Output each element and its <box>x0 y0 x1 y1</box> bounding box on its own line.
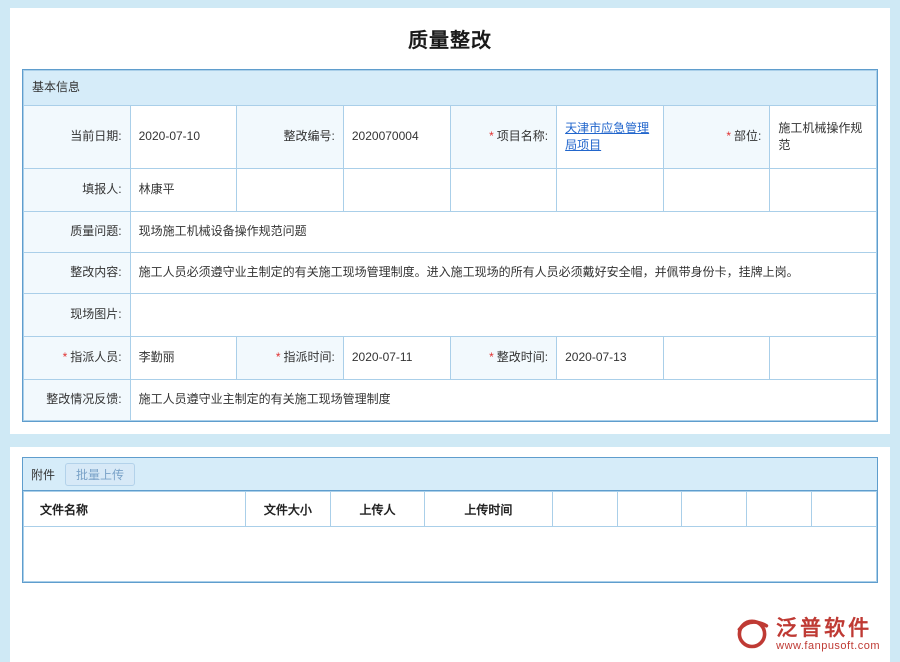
reporter-label: 填报人: <box>24 169 131 212</box>
empty-column-header <box>747 492 812 527</box>
required-mark: * <box>276 350 281 364</box>
project-name-label-text: 项目名称: <box>497 129 548 143</box>
quality-issue-label: 质量问题: <box>24 212 131 253</box>
uploader-column-header: 上传人 <box>331 492 425 527</box>
empty-cell <box>663 169 770 212</box>
rectify-time-label-text: 整改时间: <box>497 350 548 364</box>
attachments-table: 文件名称 文件大小 上传人 上传时间 <box>23 491 877 582</box>
basic-info-header: 基本信息 <box>24 71 877 106</box>
assign-time-label: *指派时间: <box>237 337 344 380</box>
empty-cell <box>557 169 664 212</box>
feedback-value: 施工人员遵守业主制定的有关施工现场管理制度 <box>130 380 876 421</box>
upload-time-column-header: 上传时间 <box>424 492 552 527</box>
current-date-value: 2020-07-10 <box>130 106 237 169</box>
required-mark: * <box>726 129 731 143</box>
empty-column-header <box>617 492 682 527</box>
rectify-content-label: 整改内容: <box>24 253 131 294</box>
quality-issue-value: 现场施工机械设备操作规范问题 <box>130 212 876 253</box>
basic-info-section: 基本信息 当前日期: 2020-07-10 整改编号: 2020070004 *… <box>22 69 878 422</box>
basic-info-table: 基本信息 当前日期: 2020-07-10 整改编号: 2020070004 *… <box>23 70 877 421</box>
main-panel: 质量整改 基本信息 当前日期: 2020-07-10 整改编号: 2020070… <box>10 8 890 434</box>
project-name-cell: 天津市应急管理局项目 <box>557 106 664 169</box>
empty-column-header <box>682 492 747 527</box>
batch-upload-button[interactable]: 批量上传 <box>65 463 135 486</box>
project-name-label: *项目名称: <box>450 106 557 169</box>
assign-time-value: 2020-07-11 <box>343 337 450 380</box>
fanpu-logo-icon <box>734 615 770 654</box>
assignee-label-text: 指派人员: <box>70 350 121 364</box>
page-title: 质量整改 <box>22 16 878 69</box>
empty-cell <box>343 169 450 212</box>
logo-text: 泛普软件 <box>776 617 880 640</box>
site-photo-label: 现场图片: <box>24 294 131 337</box>
file-size-column-header: 文件大小 <box>245 492 330 527</box>
empty-cell <box>663 337 770 380</box>
logo-url: www.fanpusoft.com <box>776 640 880 652</box>
empty-cell <box>770 337 877 380</box>
feedback-label: 整改情况反馈: <box>24 380 131 421</box>
empty-column-header <box>812 492 877 527</box>
attachments-section: 附件 批量上传 文件名称 文件大小 上传人 上传时间 <box>22 457 878 583</box>
rectify-content-value: 施工人员必须遵守业主制定的有关施工现场管理制度。进入施工现场的所有人员必须戴好安… <box>130 253 876 294</box>
rectify-time-label: *整改时间: <box>450 337 557 380</box>
rectify-no-value: 2020070004 <box>343 106 450 169</box>
required-mark: * <box>489 129 494 143</box>
attachments-header: 附件 <box>31 466 55 483</box>
attachments-empty-area <box>24 527 877 582</box>
empty-cell <box>770 169 877 212</box>
position-label: *部位: <box>663 106 770 169</box>
required-mark: * <box>489 350 494 364</box>
current-date-label: 当前日期: <box>24 106 131 169</box>
position-label-text: 部位: <box>734 129 761 143</box>
empty-cell <box>237 169 344 212</box>
assign-time-label-text: 指派时间: <box>284 350 335 364</box>
assignee-value: 李勤丽 <box>130 337 237 380</box>
rectify-time-value: 2020-07-13 <box>557 337 664 380</box>
attachments-panel: 附件 批量上传 文件名称 文件大小 上传人 上传时间 <box>10 447 890 662</box>
file-name-column-header: 文件名称 <box>24 492 246 527</box>
project-name-link[interactable]: 天津市应急管理局项目 <box>565 121 649 152</box>
required-mark: * <box>63 350 68 364</box>
reporter-value: 林康平 <box>130 169 237 212</box>
position-value: 施工机械操作规范 <box>770 106 877 169</box>
fanpu-logo: 泛普软件 www.fanpusoft.com <box>734 615 880 654</box>
attachments-header-bar: 附件 批量上传 <box>23 458 877 491</box>
rectify-no-label: 整改编号: <box>237 106 344 169</box>
empty-cell <box>450 169 557 212</box>
assignee-label: *指派人员: <box>24 337 131 380</box>
site-photo-value <box>130 294 876 337</box>
empty-column-header <box>552 492 617 527</box>
